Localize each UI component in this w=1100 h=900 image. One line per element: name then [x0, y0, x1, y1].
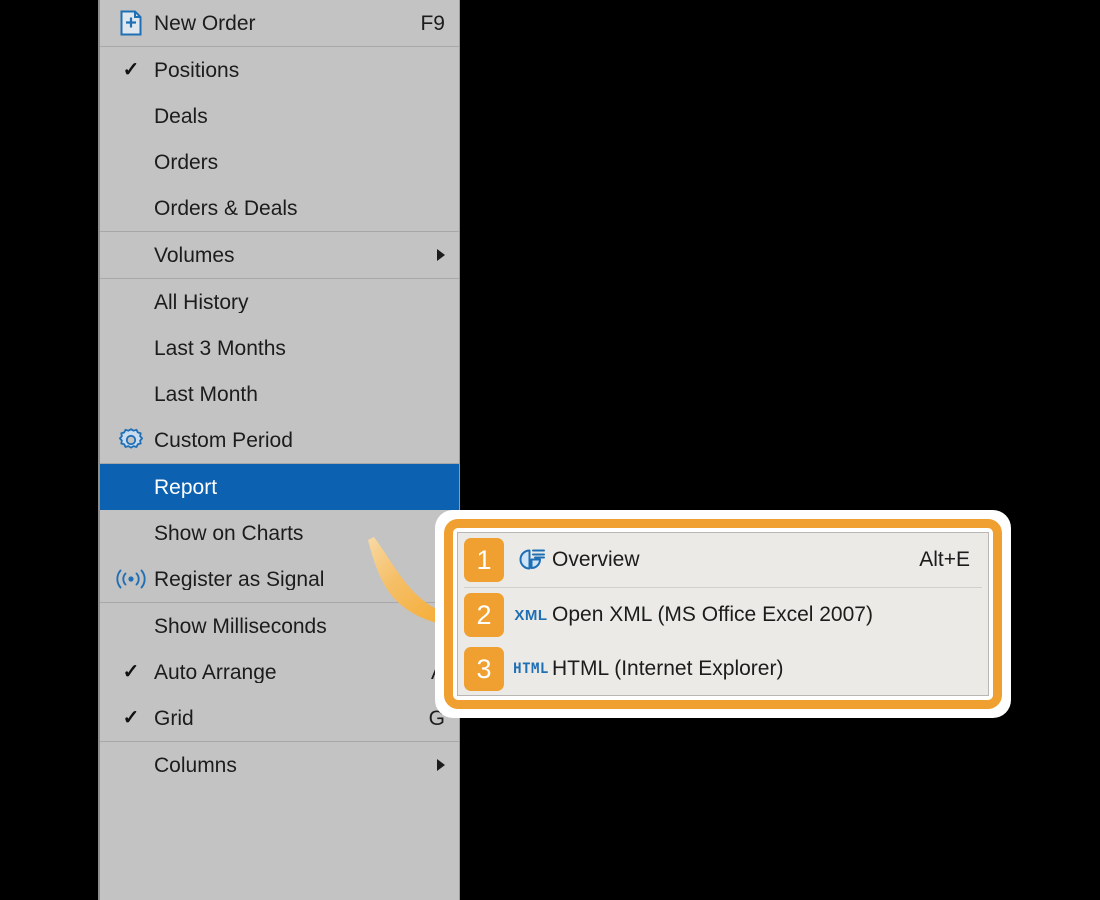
menu-item-all-history[interactable]: All History — [100, 279, 459, 325]
menu-item-label: Columns — [154, 754, 237, 776]
menu-item-label: Register as Signal — [154, 568, 325, 590]
menu-item-columns[interactable]: Columns — [100, 742, 459, 788]
menu-item-label: Show Milliseconds — [154, 615, 327, 637]
menu-item-label: Orders & Deals — [154, 197, 298, 219]
menu-group: All History Last 3 Months Last Month Custo… — [100, 278, 459, 463]
menu-item-label: Volumes — [154, 244, 235, 266]
step-badge-2: 2 — [464, 593, 504, 637]
trade-context-menu: New Order F9 ✓ Positions Deals Orders Orders &… — [98, 0, 460, 900]
report-chart-icon — [519, 549, 545, 570]
submenu-item-label: Open XML (MS Office Excel 2007) — [552, 603, 873, 626]
menu-group: New Order F9 — [100, 0, 459, 46]
menu-item-label: Custom Period — [154, 429, 293, 451]
menu-item-show-on-charts[interactable]: Show on Charts — [100, 510, 459, 556]
submenu-chevron-right-icon — [421, 759, 445, 771]
submenu-chevron-right-icon — [421, 249, 445, 261]
menu-group: Show Milliseconds✓Auto ArrangeA✓GridG — [100, 602, 459, 741]
gear-icon — [119, 428, 143, 449]
checkmark-icon: ✓ — [122, 707, 140, 729]
submenu-item-open-xml-ms-office-excel-2007[interactable]: 2 XML Open XML (MS Office Excel 2007) — [458, 588, 988, 642]
menu-item-orders-deals[interactable]: Orders & Deals — [100, 185, 459, 231]
submenu-item-label: HTML (Internet Explorer) — [552, 657, 784, 680]
menu-item-orders[interactable]: Orders — [100, 139, 459, 185]
menu-item-report[interactable]: Report — [100, 464, 459, 510]
menu-item-positions[interactable]: ✓ Positions — [100, 47, 459, 93]
report-submenu: 1 Overview Alt+E 2 XML Open XML (MS Office E… — [457, 532, 989, 696]
step-badge-3: 3 — [464, 647, 504, 691]
screenshot-canvas: New Order F9 ✓ Positions Deals Orders Orders &… — [0, 0, 1100, 900]
menu-item-label: Show on Charts — [154, 522, 304, 544]
gear-icon — [108, 427, 154, 453]
xml-file-icon: XML — [510, 607, 552, 624]
menu-item-deals[interactable]: Deals — [100, 93, 459, 139]
menu-group: Report Show on Charts Register as Signal — [100, 463, 459, 602]
menu-item-grid[interactable]: ✓ Grid G — [100, 695, 459, 741]
menu-item-volumes[interactable]: Volumes — [100, 232, 459, 278]
menu-item-label: Grid — [154, 707, 194, 729]
step-badge-1: 1 — [464, 538, 504, 582]
checkmark-icon: ✓ — [122, 661, 140, 683]
signal-broadcast-icon — [108, 568, 154, 590]
menu-item-last-3-months[interactable]: Last 3 Months — [100, 325, 459, 371]
signal-broadcast-icon — [116, 569, 146, 589]
submenu-item-label: Overview — [552, 548, 640, 571]
menu-item-label: All History — [154, 291, 249, 313]
submenu-item-overview[interactable]: 1 Overview Alt+E — [458, 533, 988, 587]
menu-item-custom-period[interactable]: Custom Period — [100, 417, 459, 463]
menu-item-label: Report — [154, 476, 218, 498]
new-document-plus-icon — [120, 10, 142, 36]
menu-item-label: Orders — [154, 151, 219, 173]
submenu-item-shortcut: Alt+E — [919, 548, 970, 571]
menu-item-last-month[interactable]: Last Month — [100, 371, 459, 417]
menu-item-label: Positions — [154, 59, 240, 81]
new-document-plus-icon — [108, 10, 154, 36]
file-type-tag: HTML — [513, 661, 549, 677]
menu-item-label: Last 3 Months — [154, 337, 286, 359]
menu-item-label: Deals — [154, 105, 208, 127]
report-chart-icon — [510, 547, 552, 573]
menu-group: Volumes — [100, 231, 459, 278]
menu-group: ✓ Positions Deals Orders Orders & Deals — [100, 46, 459, 231]
file-type-tag: XML — [514, 606, 548, 624]
menu-item-new-order[interactable]: New Order F9 — [100, 0, 459, 46]
menu-group: Columns — [100, 741, 459, 788]
menu-item-label: Last Month — [154, 383, 258, 405]
menu-item-label: Auto Arrange — [154, 661, 277, 683]
menu-item-auto-arrange[interactable]: ✓Auto ArrangeA — [100, 649, 459, 695]
menu-item-label: New Order — [154, 12, 256, 34]
menu-item-show-milliseconds[interactable]: Show Milliseconds — [100, 603, 459, 649]
submenu-item-html-internet-explorer[interactable]: 3 HTML HTML (Internet Explorer) — [458, 642, 988, 696]
menu-item-register-as-signal[interactable]: Register as Signal — [100, 556, 459, 602]
checkmark-icon: ✓ — [122, 59, 140, 81]
html-file-icon: HTML — [510, 661, 552, 677]
menu-item-shortcut: F9 — [420, 11, 445, 35]
